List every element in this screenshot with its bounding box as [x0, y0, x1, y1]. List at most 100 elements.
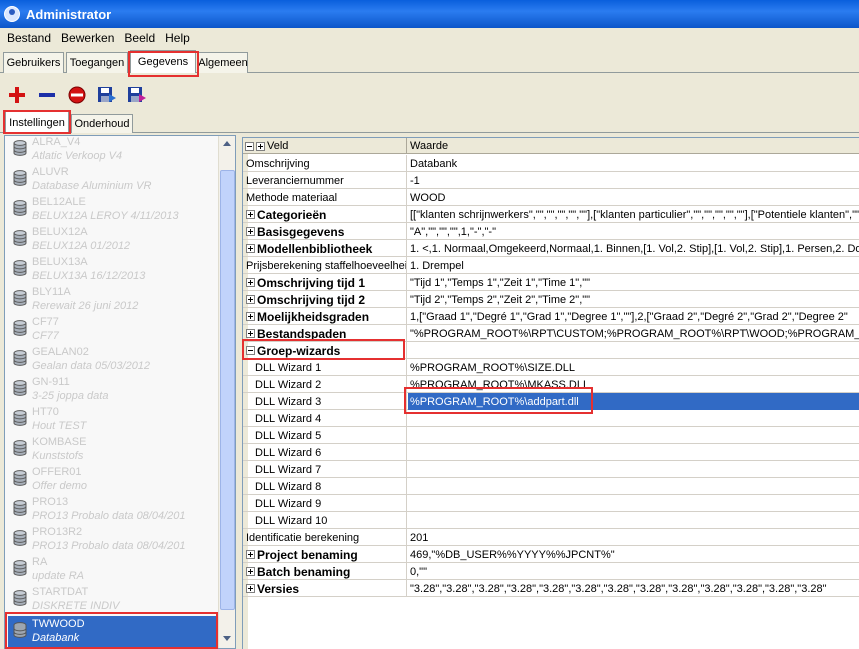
grid-row-value[interactable]	[408, 410, 859, 427]
grid-row-key: Basisgegevens	[243, 223, 407, 240]
grid-row[interactable]: DLL Wizard 8	[243, 478, 859, 495]
scroll-up-icon[interactable]	[223, 141, 231, 146]
grid-row-value[interactable]	[408, 342, 859, 359]
expand-icon[interactable]	[246, 567, 255, 576]
property-grid[interactable]: Veld Waarde Omschrijving Databank Leveranc…	[242, 137, 859, 649]
grid-row[interactable]: DLL Wizard 9	[243, 495, 859, 512]
grid-row[interactable]: DLL Wizard 3 %PROGRAM_ROOT%\addpart.dll	[243, 393, 859, 410]
grid-row[interactable]: Moelijkheidsgraden 1,["Graad 1","Degré 1"…	[243, 308, 859, 325]
menu-help[interactable]: Help	[160, 31, 195, 45]
list-item-name: ALUVR	[32, 166, 69, 178]
list-scrollbar[interactable]	[218, 136, 235, 648]
grid-row-value[interactable]: "Tijd 2","Temps 2","Zeit 2","Time 2",""	[408, 291, 859, 308]
expand-icon[interactable]	[246, 278, 255, 287]
grid-row[interactable]: DLL Wizard 10	[243, 512, 859, 529]
database-list[interactable]: ALRA_V4 Atlatic Verkoop V4 ALUVR Database A…	[4, 135, 236, 649]
grid-row[interactable]: DLL Wizard 7	[243, 461, 859, 478]
grid-row[interactable]: Categorieën [["klanten schrijnwerkers",""…	[243, 206, 859, 223]
grid-row-value[interactable]: %PROGRAM_ROOT%\addpart.dll	[408, 393, 859, 410]
grid-row[interactable]: Versies "3.28","3.28","3.28","3.28","3.28…	[243, 580, 859, 597]
grid-row[interactable]: DLL Wizard 1 %PROGRAM_ROOT%\SIZE.DLL	[243, 359, 859, 376]
grid-row[interactable]: Project benaming 469,"%DB_USER%%YYYY%%JPC…	[243, 546, 859, 563]
menu-beeld[interactable]: Beeld	[119, 31, 160, 45]
grid-row[interactable]: DLL Wizard 2 %PROGRAM_ROOT%\MKASS.DLL	[243, 376, 859, 393]
delete-button[interactable]	[66, 84, 88, 106]
grid-row-value[interactable]: "Tijd 1","Temps 1","Zeit 1","Time 1",""	[408, 274, 859, 291]
database-icon	[13, 440, 27, 456]
grid-row-value[interactable]: 1. <,1. Normaal,Omgekeerd,Normaal,1. Bin…	[408, 240, 859, 257]
grid-row[interactable]: Bestandspaden "%PROGRAM_ROOT%\RPT\CUSTOM;…	[243, 325, 859, 342]
menu-bestand[interactable]: Bestand	[2, 31, 56, 45]
grid-row[interactable]: Groep-wizards	[243, 342, 859, 359]
list-item-name: OFFER01	[32, 466, 82, 478]
grid-row[interactable]: Methode materiaal WOOD	[243, 189, 859, 206]
grid-row-value[interactable]	[408, 512, 859, 529]
database-icon	[13, 170, 27, 186]
expand-icon[interactable]	[246, 210, 255, 219]
grid-row-value[interactable]: 201	[408, 529, 859, 546]
grid-row-key: Batch benaming	[243, 563, 407, 580]
database-icon	[13, 200, 27, 216]
expand-icon[interactable]	[246, 295, 255, 304]
grid-row-value[interactable]: "A","","","",1,"-","-"	[408, 223, 859, 240]
grid-row-value[interactable]: -1	[408, 172, 859, 189]
grid-row[interactable]: Omschrijving tijd 1 "Tijd 1","Temps 1","Z…	[243, 274, 859, 291]
grid-row-value[interactable]: %PROGRAM_ROOT%\SIZE.DLL	[408, 359, 859, 376]
grid-row-value[interactable]	[408, 427, 859, 444]
grid-row-key: Moelijkheidsgraden	[243, 308, 407, 325]
list-item-name: CF77	[32, 316, 59, 328]
grid-row[interactable]: Omschrijving Databank	[243, 155, 859, 172]
grid-row-value[interactable]: 1. Drempel	[408, 257, 859, 274]
grid-row-value[interactable]	[408, 461, 859, 478]
grid-row-value[interactable]	[408, 495, 859, 512]
tab-gegevens[interactable]: Gegevens	[130, 50, 196, 73]
scroll-thumb[interactable]	[220, 170, 235, 610]
tab-toegangen[interactable]: Toegangen	[66, 52, 128, 73]
grid-row-value[interactable]: 0,""	[408, 563, 859, 580]
grid-row[interactable]: Basisgegevens "A","","","",1,"-","-"	[243, 223, 859, 240]
expand-all-icon[interactable]	[256, 141, 265, 151]
menu-bewerken[interactable]: Bewerken	[56, 31, 119, 45]
tab-algemeen[interactable]: Algemeen	[198, 52, 248, 73]
menu-bar: Bestand Bewerken Beeld Help	[0, 28, 859, 48]
grid-row[interactable]: Modellenbibliotheek 1. <,1. Normaal,Omgek…	[243, 240, 859, 257]
expand-icon[interactable]	[246, 550, 255, 559]
grid-row-value[interactable]: 469,"%DB_USER%%YYYY%%JPCNT%"	[408, 546, 859, 563]
tab-gebruikers[interactable]: Gebruikers	[3, 52, 64, 73]
grid-row-value[interactable]: %PROGRAM_ROOT%\MKASS.DLL	[408, 376, 859, 393]
grid-row[interactable]: DLL Wizard 6	[243, 444, 859, 461]
expand-icon[interactable]	[246, 329, 255, 338]
tab-instellingen[interactable]: Instellingen	[5, 111, 69, 133]
grid-row[interactable]: DLL Wizard 5	[243, 427, 859, 444]
grid-row-value[interactable]: "%PROGRAM_ROOT%\RPT\CUSTOM;%PROGRAM_ROOT…	[408, 325, 859, 342]
grid-row[interactable]: Prijsberekening staffelhoeveelheid 1. Dre…	[243, 257, 859, 274]
grid-row[interactable]: Identificatie berekening 201	[243, 529, 859, 546]
grid-row-value[interactable]	[408, 444, 859, 461]
expand-icon[interactable]	[246, 584, 255, 593]
grid-row-value[interactable]: [["klanten schrijnwerkers","","","","","…	[408, 206, 859, 223]
tab-onderhoud[interactable]: Onderhoud	[71, 114, 133, 133]
app-icon	[4, 6, 20, 22]
collapse-icon[interactable]	[246, 346, 255, 355]
remove-button[interactable]	[36, 84, 58, 106]
grid-row-key: DLL Wizard 9	[243, 495, 407, 512]
grid-row-value[interactable]	[408, 478, 859, 495]
scroll-down-icon[interactable]	[223, 636, 231, 641]
list-item-desc: Hout TEST	[32, 420, 87, 432]
grid-row[interactable]: Omschrijving tijd 2 "Tijd 2","Temps 2","Z…	[243, 291, 859, 308]
expand-icon[interactable]	[246, 312, 255, 321]
save-button[interactable]	[96, 84, 118, 106]
add-button[interactable]	[6, 84, 28, 106]
grid-row-value[interactable]: Databank	[408, 155, 859, 172]
grid-row-value[interactable]: "3.28","3.28","3.28","3.28","3.28","3.28…	[408, 580, 859, 597]
expand-icon[interactable]	[246, 244, 255, 253]
grid-row-value[interactable]: 1,["Graad 1","Degré 1","Grad 1","Degree …	[408, 308, 859, 325]
grid-row[interactable]: Leveranciernummer -1	[243, 172, 859, 189]
list-item-selected[interactable]: TWWOOD Databank	[8, 616, 220, 648]
grid-row[interactable]: DLL Wizard 4	[243, 410, 859, 427]
expand-icon[interactable]	[246, 227, 255, 236]
grid-row-value[interactable]: WOOD	[408, 189, 859, 206]
grid-row[interactable]: Batch benaming 0,""	[243, 563, 859, 580]
collapse-all-icon[interactable]	[245, 141, 254, 151]
save-as-button[interactable]	[126, 84, 148, 106]
